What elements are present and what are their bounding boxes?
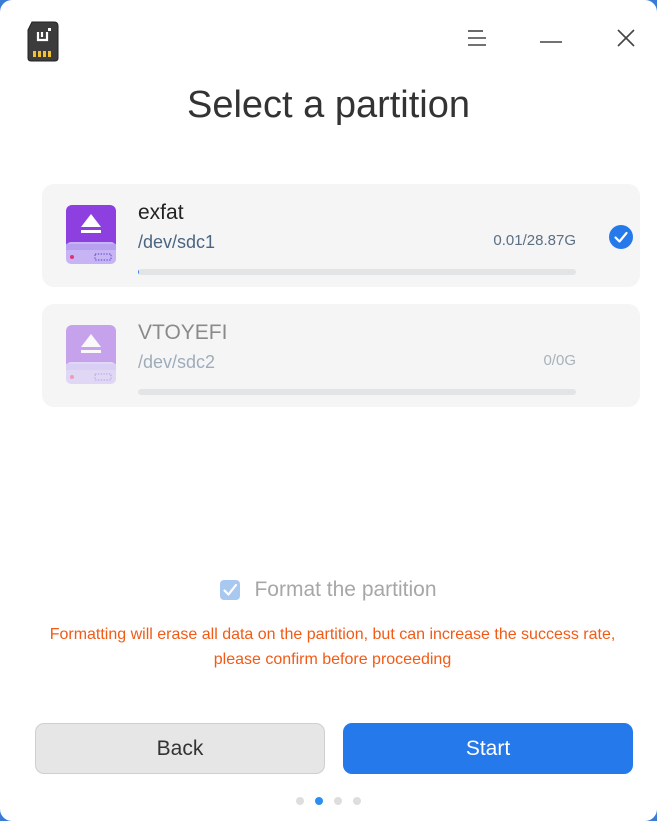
purple-drive-icon <box>65 324 117 386</box>
start-button[interactable]: Start <box>343 723 633 774</box>
format-checkbox[interactable] <box>220 580 241 600</box>
minimize-icon <box>540 31 562 49</box>
partition-item-vtoyefi: VTOYEFI /dev/sdc2 0/0G <box>42 304 640 407</box>
pager-dot <box>334 797 342 805</box>
back-button[interactable]: Back <box>35 723 325 774</box>
sd-card-icon <box>25 20 61 62</box>
partition-name: exfat <box>138 201 184 224</box>
format-label: Format the partition <box>254 578 437 601</box>
partition-usage-bar <box>138 269 576 275</box>
minimize-button[interactable] <box>533 22 569 58</box>
page-title: Select a partition <box>186 84 471 126</box>
format-option: Format the partition <box>0 578 657 602</box>
menu-button[interactable] <box>459 22 495 58</box>
partition-usage-bar <box>138 389 576 395</box>
pager-dots <box>0 797 657 805</box>
close-button[interactable] <box>608 22 644 58</box>
partition-device: /dev/sdc2 <box>138 352 216 372</box>
format-warning: Formatting will erase all data on the pa… <box>49 626 616 668</box>
app-window: Select a partition exfat /dev/sdc1 0.01/… <box>0 0 657 821</box>
partition-size: 0/0G <box>543 352 576 369</box>
partition-device: /dev/sdc1 <box>138 232 216 252</box>
close-icon <box>617 28 635 52</box>
partition-size: 0.01/28.87G <box>493 232 576 249</box>
partition-item-exfat[interactable]: exfat /dev/sdc1 0.01/28.87G <box>42 184 640 287</box>
menu-icon <box>467 29 487 52</box>
partition-name: VTOYEFI <box>138 321 228 344</box>
pager-dot <box>296 797 304 805</box>
pager-dot <box>315 797 323 805</box>
selected-check-icon <box>609 225 633 249</box>
purple-drive-icon <box>65 204 117 266</box>
pager-dot <box>353 797 361 805</box>
